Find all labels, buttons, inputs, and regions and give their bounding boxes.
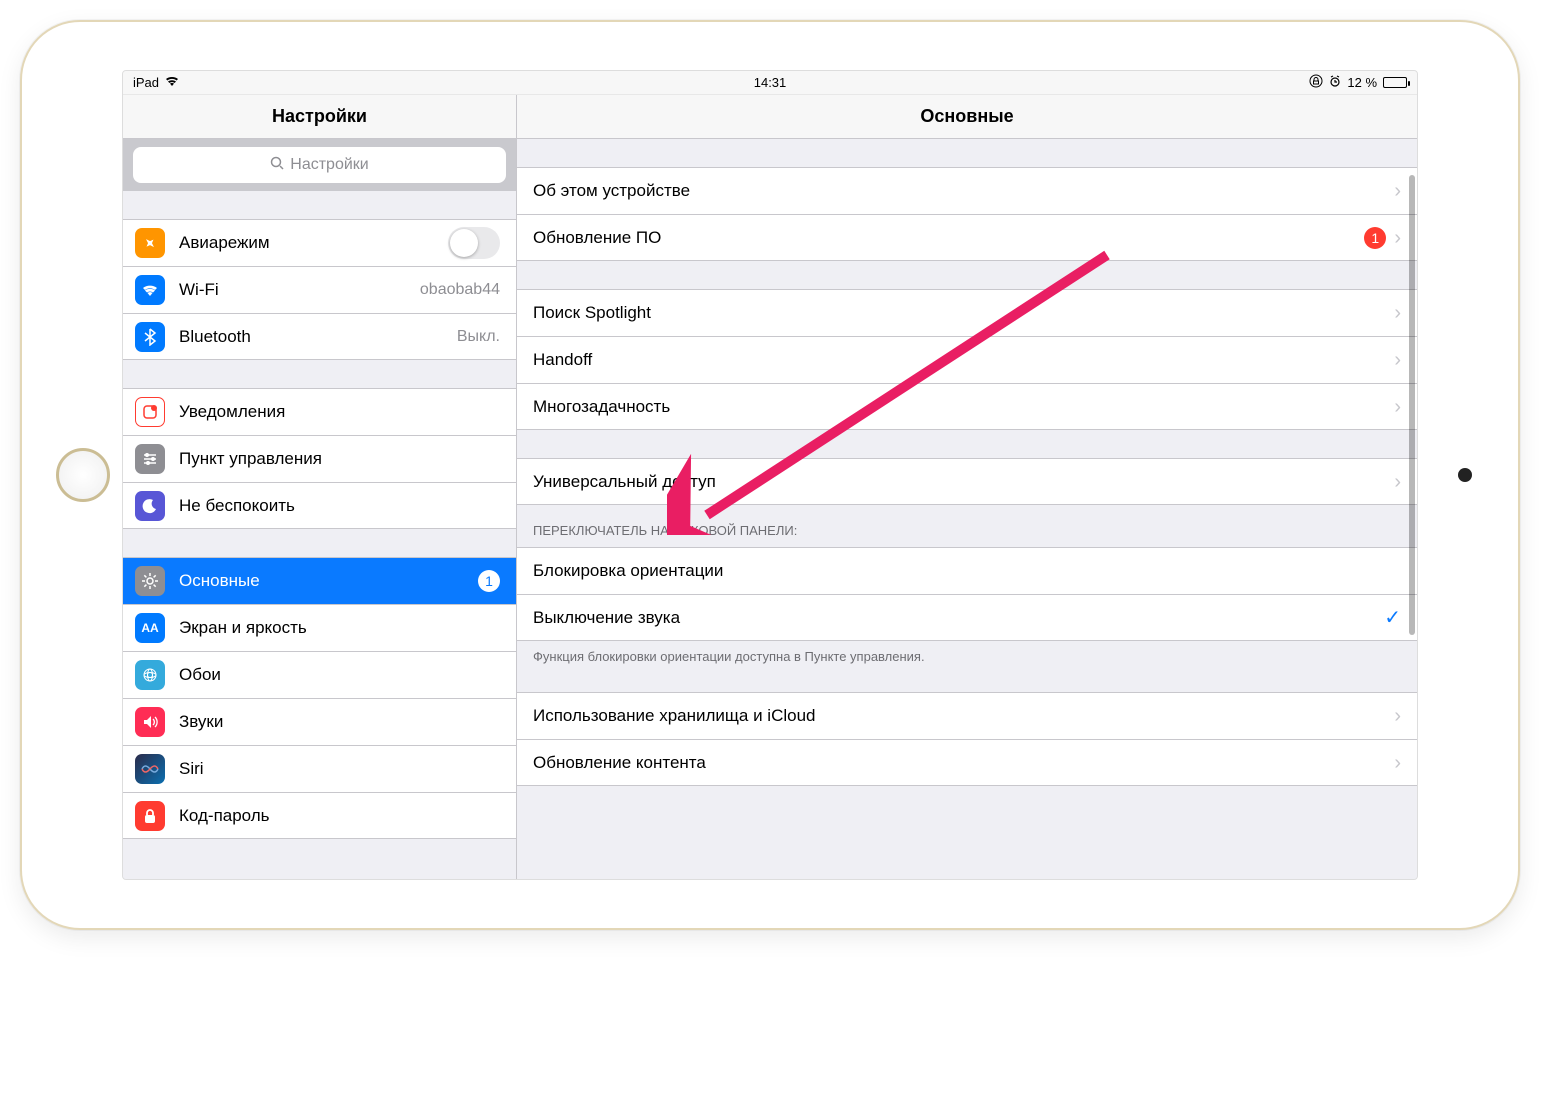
row-label: Блокировка ориентации: [533, 561, 1401, 581]
gear-icon: [135, 566, 165, 596]
siri-icon: [135, 754, 165, 784]
row-label: Использование хранилища и iCloud: [533, 706, 1386, 726]
row-label: Код-пароль: [179, 806, 500, 826]
wifi-icon: [165, 75, 179, 90]
status-carrier: iPad: [133, 75, 159, 90]
row-label: Siri: [179, 759, 500, 779]
row-label: Wi-Fi: [179, 280, 420, 300]
row-label: Основные: [179, 571, 470, 591]
home-button[interactable]: [56, 448, 110, 502]
bluetooth-icon: [135, 322, 165, 352]
status-time: 14:31: [754, 75, 787, 90]
row-lock-rotation[interactable]: Блокировка ориентации: [517, 547, 1417, 594]
sidebar-title: Настройки: [123, 95, 516, 139]
chevron-right-icon: ›: [1394, 350, 1401, 370]
row-label: Звуки: [179, 712, 500, 732]
row-label: Bluetooth: [179, 327, 457, 347]
chevron-right-icon: ›: [1394, 397, 1401, 417]
row-label: Пункт управления: [179, 449, 500, 469]
sounds-icon: [135, 707, 165, 737]
notifications-icon: [135, 397, 165, 427]
ipad-frame: iPad 14:31 12 % Наст: [20, 20, 1520, 930]
wifi-settings-icon: [135, 275, 165, 305]
row-passcode[interactable]: Код-пароль: [123, 792, 516, 839]
dnd-icon: [135, 491, 165, 521]
row-label: Универсальный доступ: [533, 472, 1386, 492]
row-handoff[interactable]: Handoff ›: [517, 336, 1417, 383]
chevron-right-icon: ›: [1394, 181, 1401, 201]
row-airplane-mode[interactable]: Авиарежим: [123, 219, 516, 266]
row-label: Уведомления: [179, 402, 500, 422]
row-wallpaper[interactable]: Обои: [123, 651, 516, 698]
chevron-right-icon: ›: [1394, 753, 1401, 773]
row-label: Экран и яркость: [179, 618, 500, 638]
orientation-lock-icon: [1309, 74, 1323, 91]
status-bar: iPad 14:31 12 %: [123, 71, 1417, 95]
control-center-icon: [135, 444, 165, 474]
battery-icon: [1383, 77, 1407, 88]
row-sounds[interactable]: Звуки: [123, 698, 516, 745]
search-placeholder: Настройки: [290, 156, 368, 174]
row-wifi[interactable]: Wi-Fi obaobab44: [123, 266, 516, 313]
row-about[interactable]: Об этом устройстве ›: [517, 167, 1417, 214]
side-switch-header: Переключатель на боковой панели:: [517, 505, 1417, 546]
wifi-value: obaobab44: [420, 281, 500, 299]
row-do-not-disturb[interactable]: Не беспокоить: [123, 482, 516, 529]
row-label: Обновление ПО: [533, 228, 1356, 248]
airplane-toggle[interactable]: [448, 227, 500, 259]
row-label: Handoff: [533, 350, 1386, 370]
checkmark-icon: ✓: [1384, 605, 1401, 630]
search-icon: [270, 156, 284, 175]
bluetooth-value: Выкл.: [457, 328, 500, 346]
row-label: Не беспокоить: [179, 496, 500, 516]
row-label: Авиарежим: [179, 233, 448, 253]
row-multitasking[interactable]: Многозадачность ›: [517, 383, 1417, 430]
passcode-icon: [135, 801, 165, 831]
battery-percent: 12 %: [1347, 75, 1377, 90]
chevron-right-icon: ›: [1394, 228, 1401, 248]
update-badge: 1: [1364, 227, 1386, 249]
row-control-center[interactable]: Пункт управления: [123, 435, 516, 482]
detail-pane: Основные Об этом устройстве › Обновление…: [517, 95, 1417, 879]
side-switch-footer: Функция блокировки ориентации доступна в…: [517, 641, 1417, 664]
row-bluetooth[interactable]: Bluetooth Выкл.: [123, 313, 516, 360]
chevron-right-icon: ›: [1394, 472, 1401, 492]
row-notifications[interactable]: Уведомления: [123, 388, 516, 435]
row-label: Выключение звука: [533, 608, 1384, 628]
row-accessibility[interactable]: Универсальный доступ ›: [517, 458, 1417, 505]
row-label: Многозадачность: [533, 397, 1386, 417]
display-icon: AA: [135, 613, 165, 643]
search-input[interactable]: Настройки: [133, 147, 506, 183]
detail-title: Основные: [517, 95, 1417, 139]
row-storage[interactable]: Использование хранилища и iCloud ›: [517, 692, 1417, 739]
row-general[interactable]: Основные 1: [123, 557, 516, 604]
search-wrap: Настройки: [123, 139, 516, 191]
chevron-right-icon: ›: [1394, 303, 1401, 323]
sidebar: Настройки Настройки Ави: [123, 95, 517, 879]
row-display[interactable]: AA Экран и яркость: [123, 604, 516, 651]
row-label: Об этом устройстве: [533, 181, 1386, 201]
row-background-refresh[interactable]: Обновление контента ›: [517, 739, 1417, 786]
general-badge: 1: [478, 570, 500, 592]
row-label: Обои: [179, 665, 500, 685]
row-label: Обновление контента: [533, 753, 1386, 773]
row-label: Поиск Spotlight: [533, 303, 1386, 323]
screen: iPad 14:31 12 % Наст: [122, 70, 1418, 880]
front-camera: [1458, 468, 1472, 482]
wallpaper-icon: [135, 660, 165, 690]
row-mute[interactable]: Выключение звука ✓: [517, 594, 1417, 641]
alarm-icon: [1329, 75, 1341, 90]
row-siri[interactable]: Siri: [123, 745, 516, 792]
airplane-icon: [135, 228, 165, 258]
scrollbar[interactable]: [1409, 175, 1415, 635]
row-spotlight[interactable]: Поиск Spotlight ›: [517, 289, 1417, 336]
chevron-right-icon: ›: [1394, 706, 1401, 726]
row-software-update[interactable]: Обновление ПО 1 ›: [517, 214, 1417, 261]
